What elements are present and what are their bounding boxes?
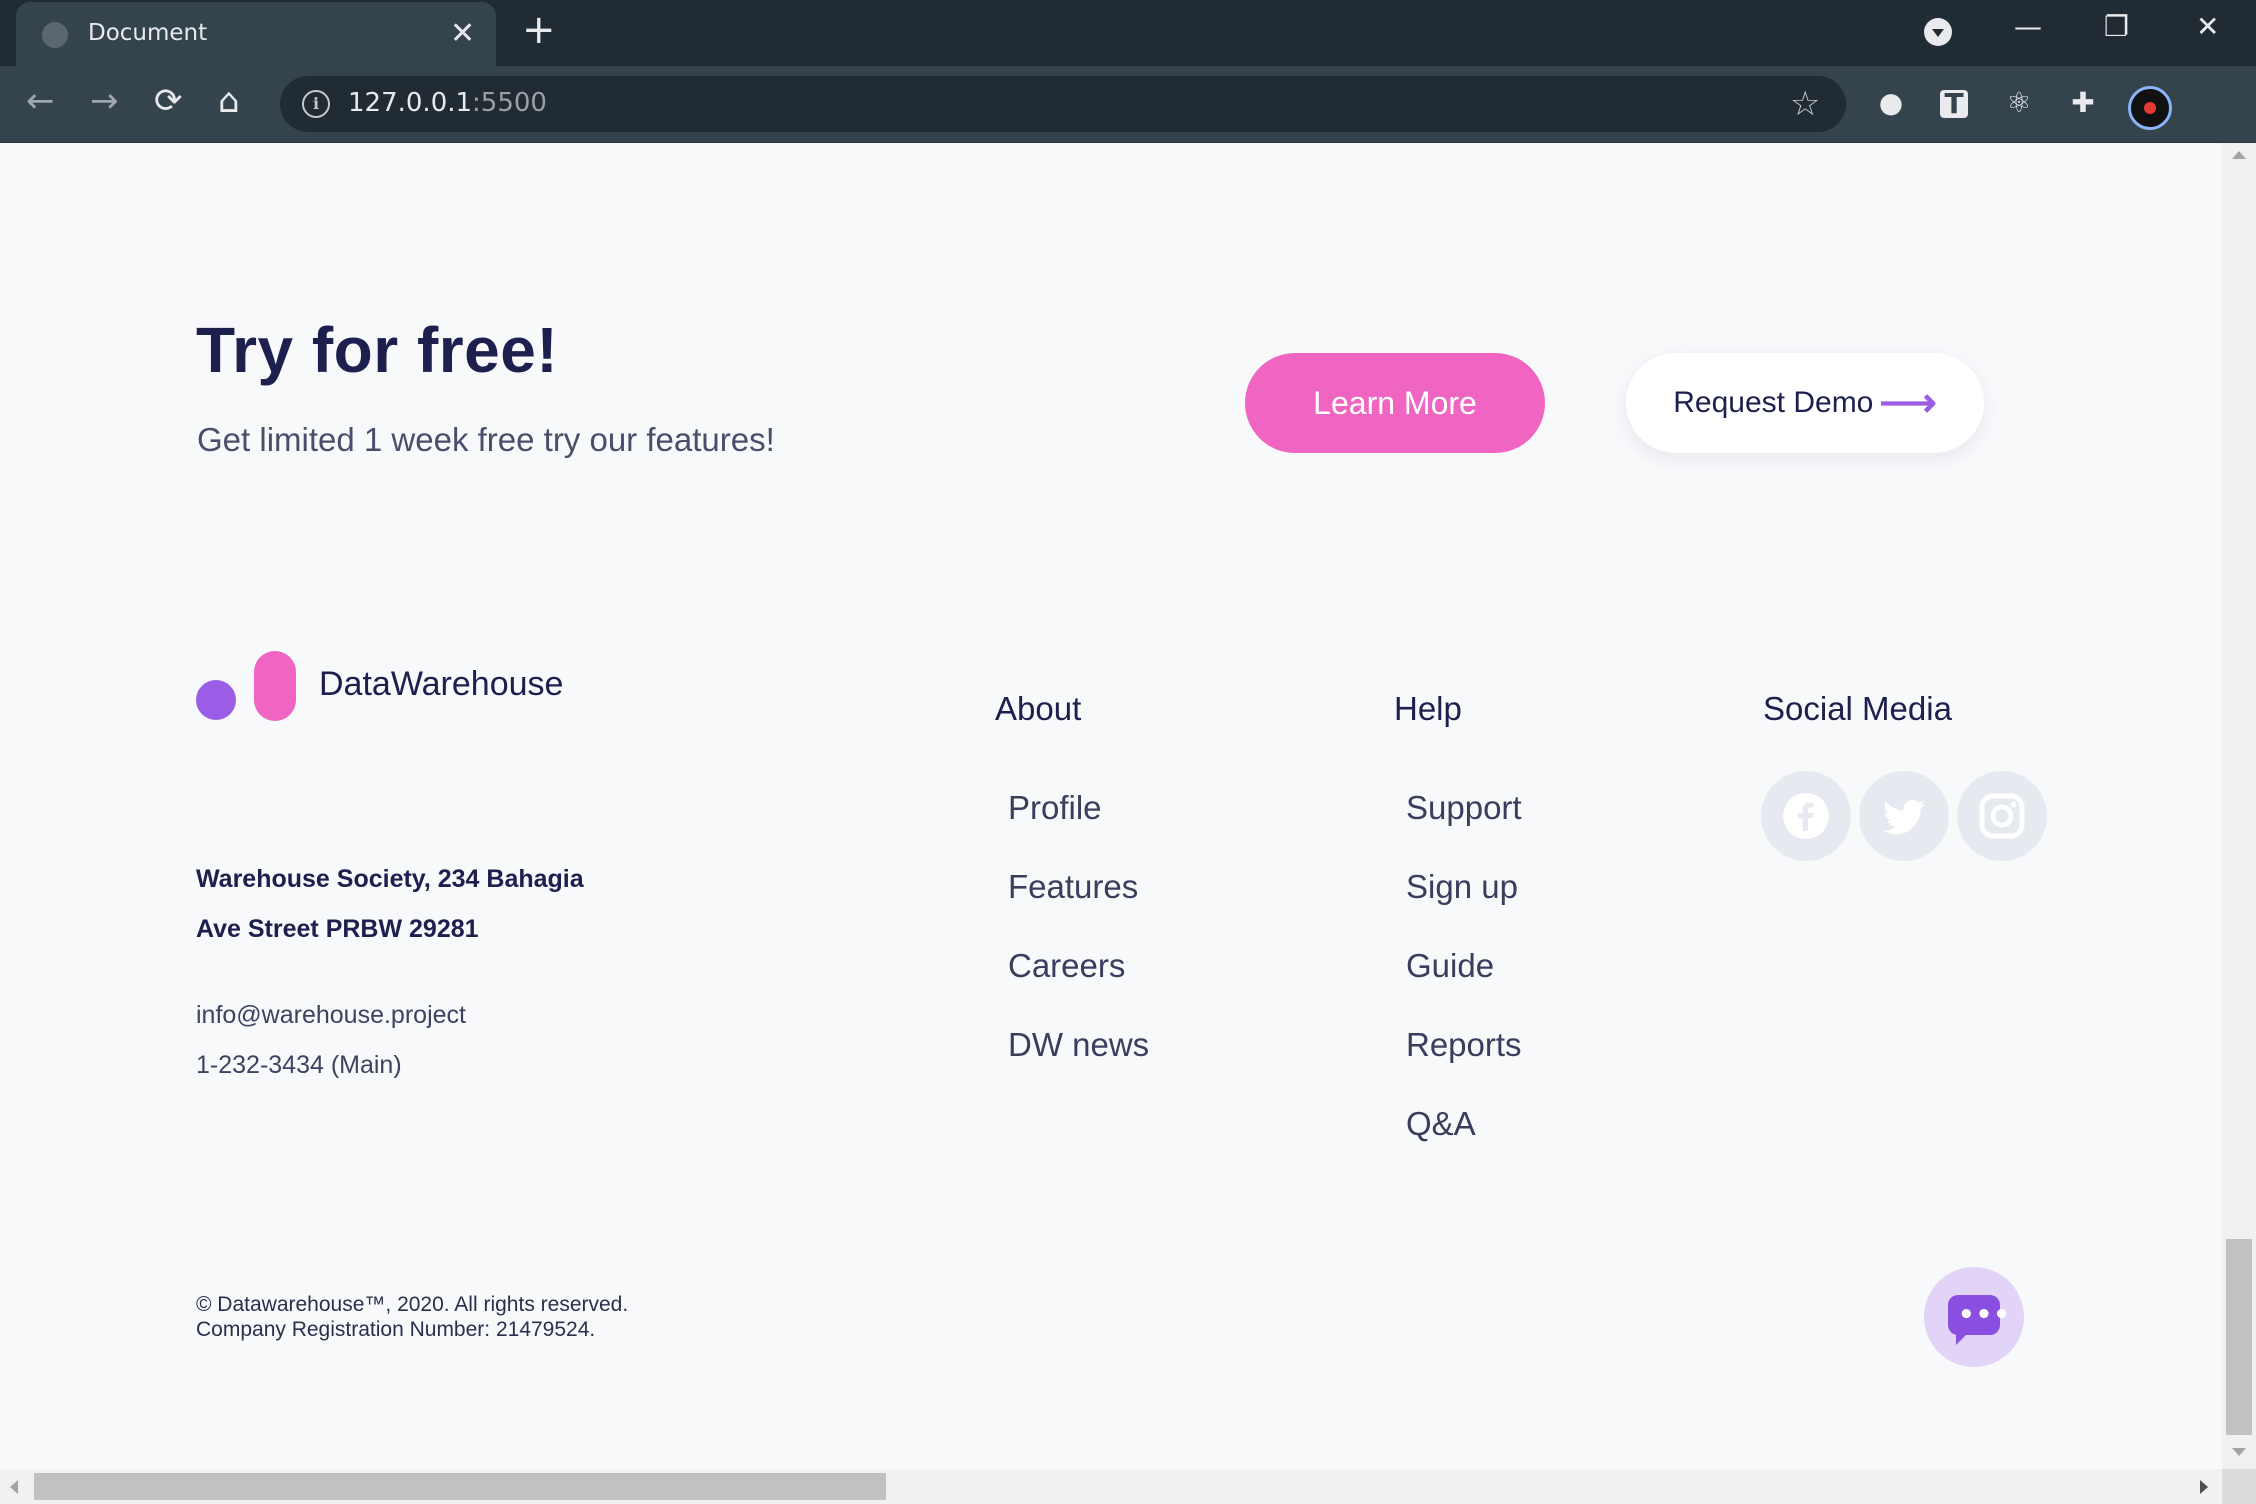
footer-link-profile[interactable]: Profile xyxy=(1008,789,1102,827)
request-demo-button[interactable]: Request Demo ⟶ xyxy=(1626,353,1984,453)
registration-line: Company Registration Number: 21479524. xyxy=(196,1318,596,1341)
footer-link-reports[interactable]: Reports xyxy=(1406,1026,1522,1064)
browser-tab[interactable]: Document ✕ xyxy=(16,2,496,66)
extension-icon[interactable]: ● xyxy=(1874,86,1908,120)
close-window-button[interactable]: ✕ xyxy=(2196,10,2219,43)
copyright-text: © Datawarehouse™, 2020. All rights reser… xyxy=(196,1292,628,1342)
new-tab-button[interactable]: + xyxy=(522,10,556,50)
scroll-left-icon[interactable] xyxy=(10,1480,18,1494)
chat-icon: ••• xyxy=(1948,1295,2010,1345)
scroll-right-icon[interactable] xyxy=(2200,1480,2208,1494)
forward-icon[interactable]: → xyxy=(90,84,119,118)
horizontal-scroll-thumb[interactable] xyxy=(34,1473,886,1500)
footer-link-guide[interactable]: Guide xyxy=(1406,947,1494,985)
url-text[interactable]: 127.0.0.1:5500 xyxy=(348,88,547,118)
scrollbar-corner xyxy=(2222,1469,2256,1504)
react-devtools-icon[interactable]: ⚛ xyxy=(2002,86,2036,120)
contact-email[interactable]: info@warehouse.project xyxy=(196,1001,466,1030)
info-icon[interactable]: i xyxy=(302,90,330,118)
profile-avatar[interactable] xyxy=(2128,86,2172,130)
vertical-scroll-thumb[interactable] xyxy=(2226,1239,2252,1435)
request-demo-label: Request Demo xyxy=(1673,386,1874,419)
vertical-scrollbar[interactable] xyxy=(2222,143,2256,1469)
back-icon[interactable]: ← xyxy=(26,84,55,118)
scroll-down-icon[interactable] xyxy=(2232,1448,2246,1456)
extensions-icon[interactable]: ✚ xyxy=(2066,86,2100,120)
footer-link-qa[interactable]: Q&A xyxy=(1406,1105,1476,1143)
footer-link-support[interactable]: Support xyxy=(1406,789,1522,827)
cta-title: Try for free! xyxy=(196,314,559,386)
facebook-icon[interactable] xyxy=(1761,771,1851,861)
address-bar[interactable]: i 127.0.0.1:5500 ☆ xyxy=(280,76,1846,132)
tab-close-icon[interactable]: ✕ xyxy=(450,16,475,51)
home-icon[interactable]: ⌂ xyxy=(218,84,240,118)
globe-icon xyxy=(42,22,68,48)
logo-dot-icon xyxy=(196,680,236,720)
horizontal-scrollbar[interactable] xyxy=(0,1469,2222,1504)
footer-link-features[interactable]: Features xyxy=(1008,868,1138,906)
scroll-up-icon[interactable] xyxy=(2232,151,2246,159)
text-extension-icon[interactable]: T xyxy=(1940,90,1968,118)
tab-search-icon[interactable] xyxy=(1924,18,1952,46)
footer-link-sign-up[interactable]: Sign up xyxy=(1406,868,1518,906)
minimize-button[interactable]: — xyxy=(2014,10,2042,43)
reload-icon[interactable]: ⟳ xyxy=(154,84,183,118)
about-heading: About xyxy=(995,690,1082,727)
twitter-icon[interactable] xyxy=(1859,771,1949,861)
logo-bar-icon xyxy=(254,651,296,721)
contact-phone: 1-232-3434 (Main) xyxy=(196,1051,402,1079)
cta-subtitle: Get limited 1 week free try our features… xyxy=(197,421,775,458)
footer-link-dw-news[interactable]: DW news xyxy=(1008,1026,1149,1064)
arrow-right-icon: ⟶ xyxy=(1879,381,1937,425)
learn-more-button[interactable]: Learn More xyxy=(1245,353,1545,453)
instagram-icon[interactable] xyxy=(1957,771,2047,861)
star-icon[interactable]: ☆ xyxy=(1790,84,1820,124)
tab-title: Document xyxy=(88,20,208,46)
tab-strip: Document ✕ + — ❐ ✕ xyxy=(0,0,2256,66)
chat-button[interactable]: ••• xyxy=(1924,1267,2024,1367)
copyright-line: © Datawarehouse™, 2020. All rights reser… xyxy=(196,1293,629,1316)
help-heading: Help xyxy=(1394,690,1462,727)
page-content: Try for free! Get limited 1 week free tr… xyxy=(0,143,2222,1469)
brand-name: DataWarehouse xyxy=(319,665,564,703)
address-line-2: Ave Street PRBW 29281 xyxy=(196,915,479,943)
browser-toolbar: ← → ⟳ ⌂ i 127.0.0.1:5500 ☆ ● T ⚛ ✚ ⋮ xyxy=(0,66,2256,184)
social-heading: Social Media xyxy=(1763,690,1952,727)
footer-link-careers[interactable]: Careers xyxy=(1008,947,1125,985)
address-line-1: Warehouse Society, 234 Bahagia xyxy=(196,865,584,893)
restore-button[interactable]: ❐ xyxy=(2104,10,2129,43)
